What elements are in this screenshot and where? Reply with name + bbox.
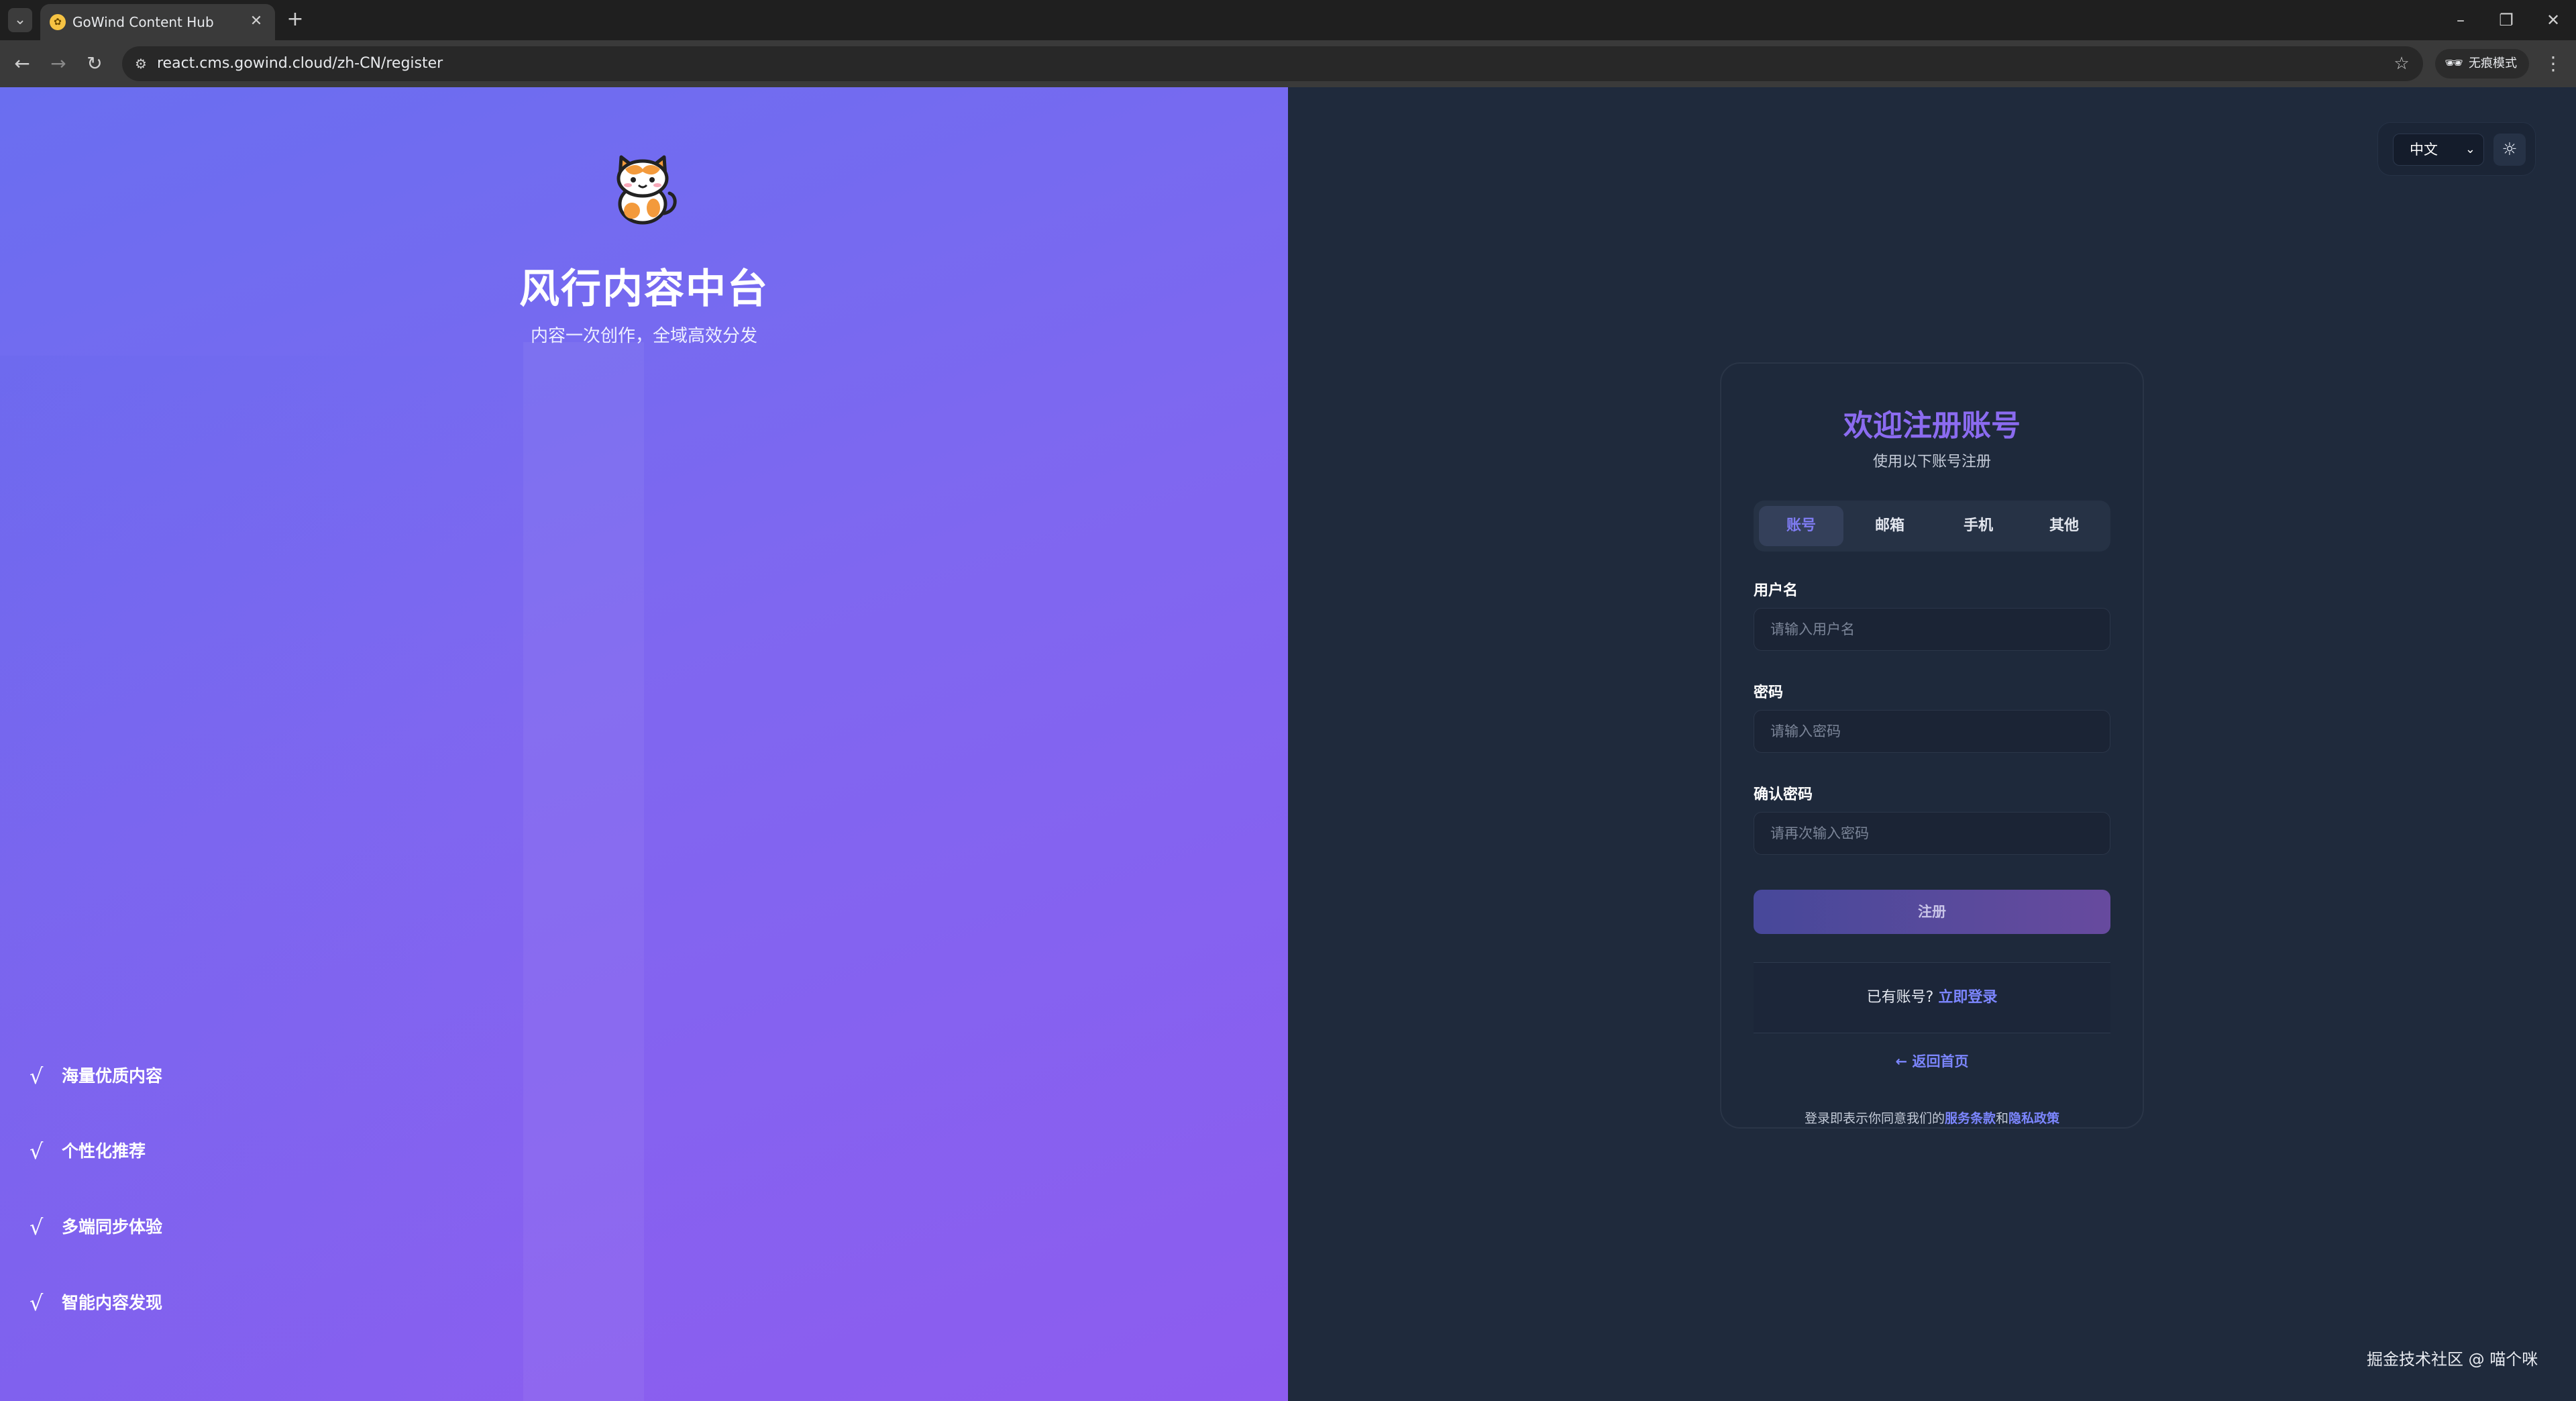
hero-panel: 风行内容中台 内容一次创作，全域高效分发 √ 海量优质内容 √ 个性化推荐 √ … — [0, 87, 1288, 1401]
incognito-label: 无痕模式 — [2469, 56, 2517, 70]
agreement-and: 和 — [1996, 1111, 2009, 1126]
reload-icon[interactable]: ↻ — [80, 50, 109, 78]
plus-icon[interactable]: + — [283, 8, 307, 32]
star-icon[interactable]: ☆ — [2391, 53, 2412, 74]
address-bar[interactable]: ⚙ react.cms.gowind.cloud/zh-CN/register … — [122, 46, 2423, 81]
page: 风行内容中台 内容一次创作，全域高效分发 √ 海量优质内容 √ 个性化推荐 √ … — [0, 87, 2576, 1401]
feature-label: 智能内容发现 — [62, 1293, 163, 1312]
confirm-password-label: 确认密码 — [1754, 786, 1813, 803]
terms-link[interactable]: 服务条款 — [1945, 1111, 1996, 1126]
close-icon[interactable]: ✕ — [247, 12, 266, 31]
register-method-tabs: 账号 邮箱 手机 其他 — [1754, 501, 2110, 552]
arrow-left-icon[interactable]: ← — [8, 50, 36, 78]
hero-gradient-overlay — [0, 356, 523, 1401]
watermark: 掘金技术社区 @ 喵个咪 — [2367, 1350, 2538, 1369]
username-input[interactable]: 请输入用户名 — [1754, 608, 2110, 651]
check-icon: √ — [30, 1063, 44, 1089]
language-selected: 中文 — [2410, 142, 2438, 158]
register-title: 欢迎注册账号 — [1843, 409, 2021, 443]
password-label: 密码 — [1754, 684, 1784, 701]
tab-account[interactable]: 账号 — [1759, 506, 1843, 546]
arrow-right-icon[interactable]: → — [44, 50, 72, 78]
site-info-icon[interactable]: ⚙ — [131, 54, 150, 73]
have-account-text: 已有账号? — [1866, 989, 1934, 1006]
login-link[interactable]: 立即登录 — [1938, 989, 1997, 1006]
window-close-icon[interactable]: ✕ — [2538, 7, 2568, 34]
favicon-icon: ✿ — [50, 14, 66, 30]
brand-subtitle: 内容一次创作，全域高效分发 — [530, 326, 757, 346]
cat-logo-icon — [616, 155, 677, 225]
password-input[interactable]: 请输入密码 — [1754, 710, 2110, 753]
restore-icon[interactable]: ❐ — [2491, 7, 2521, 34]
username-label: 用户名 — [1754, 582, 1799, 599]
check-icon: √ — [30, 1214, 44, 1240]
incognito-badge[interactable]: 🕶 无痕模式 — [2435, 49, 2529, 79]
register-button[interactable]: 注册 — [1754, 890, 2110, 934]
back-home-link[interactable]: ← 返回首页 — [1721, 1051, 2143, 1071]
tab-phone[interactable]: 手机 — [1936, 506, 2021, 546]
browser-tab[interactable]: ✿ GoWind Content Hub ✕ — [40, 4, 275, 40]
register-subtitle: 使用以下账号注册 — [1872, 454, 1991, 470]
browser-chrome: ⌄ ✿ GoWind Content Hub ✕ + – ❐ ✕ ← → ↻ ⚙… — [0, 0, 2576, 87]
brand-title: 风行内容中台 — [519, 266, 769, 313]
login-prompt: 已有账号? 立即登录 — [1754, 962, 2110, 1033]
feature-label: 个性化推荐 — [62, 1141, 146, 1161]
confirm-password-input[interactable]: 请再次输入密码 — [1754, 812, 2110, 855]
tab-other[interactable]: 其他 — [2022, 506, 2106, 546]
top-controls: 中文 ⌄ ☼ — [2377, 122, 2536, 176]
chevron-down-icon: ⌄ — [2465, 142, 2475, 156]
check-icon: √ — [30, 1290, 44, 1316]
hero-light-band — [523, 342, 644, 1401]
agreement-text: 登录即表示你同意我们的服务条款和隐私政策 — [1721, 1108, 2143, 1127]
agreement-prefix: 登录即表示你同意我们的 — [1804, 1111, 1945, 1126]
tab-strip: ⌄ ✿ GoWind Content Hub ✕ + – ❐ ✕ — [0, 0, 2576, 40]
url-text[interactable]: react.cms.gowind.cloud/zh-CN/register — [157, 55, 443, 72]
more-vert-icon[interactable]: ⋮ — [2541, 50, 2565, 78]
browser-toolbar: ← → ↻ ⚙ react.cms.gowind.cloud/zh-CN/reg… — [0, 40, 2576, 87]
chevron-down-icon[interactable]: ⌄ — [8, 8, 32, 32]
language-select[interactable]: 中文 ⌄ — [2393, 134, 2484, 166]
theme-toggle-sun-icon[interactable]: ☼ — [2493, 134, 2526, 166]
tab-title: GoWind Content Hub — [72, 14, 214, 30]
tab-email[interactable]: 邮箱 — [1847, 506, 1932, 546]
register-card: 欢迎注册账号 使用以下账号注册 账号 邮箱 手机 其他 用户名 请输入用户名 密… — [1720, 362, 2144, 1129]
register-pane: 中文 ⌄ ☼ 欢迎注册账号 使用以下账号注册 账号 邮箱 手机 其他 用户名 请… — [1288, 87, 2576, 1401]
privacy-link[interactable]: 隐私政策 — [2008, 1111, 2059, 1126]
check-icon: √ — [30, 1139, 44, 1164]
feature-label: 海量优质内容 — [62, 1066, 163, 1086]
feature-label: 多端同步体验 — [62, 1217, 163, 1237]
minimize-icon[interactable]: – — [2446, 7, 2475, 34]
incognito-icon: 🕶 — [2445, 55, 2463, 72]
